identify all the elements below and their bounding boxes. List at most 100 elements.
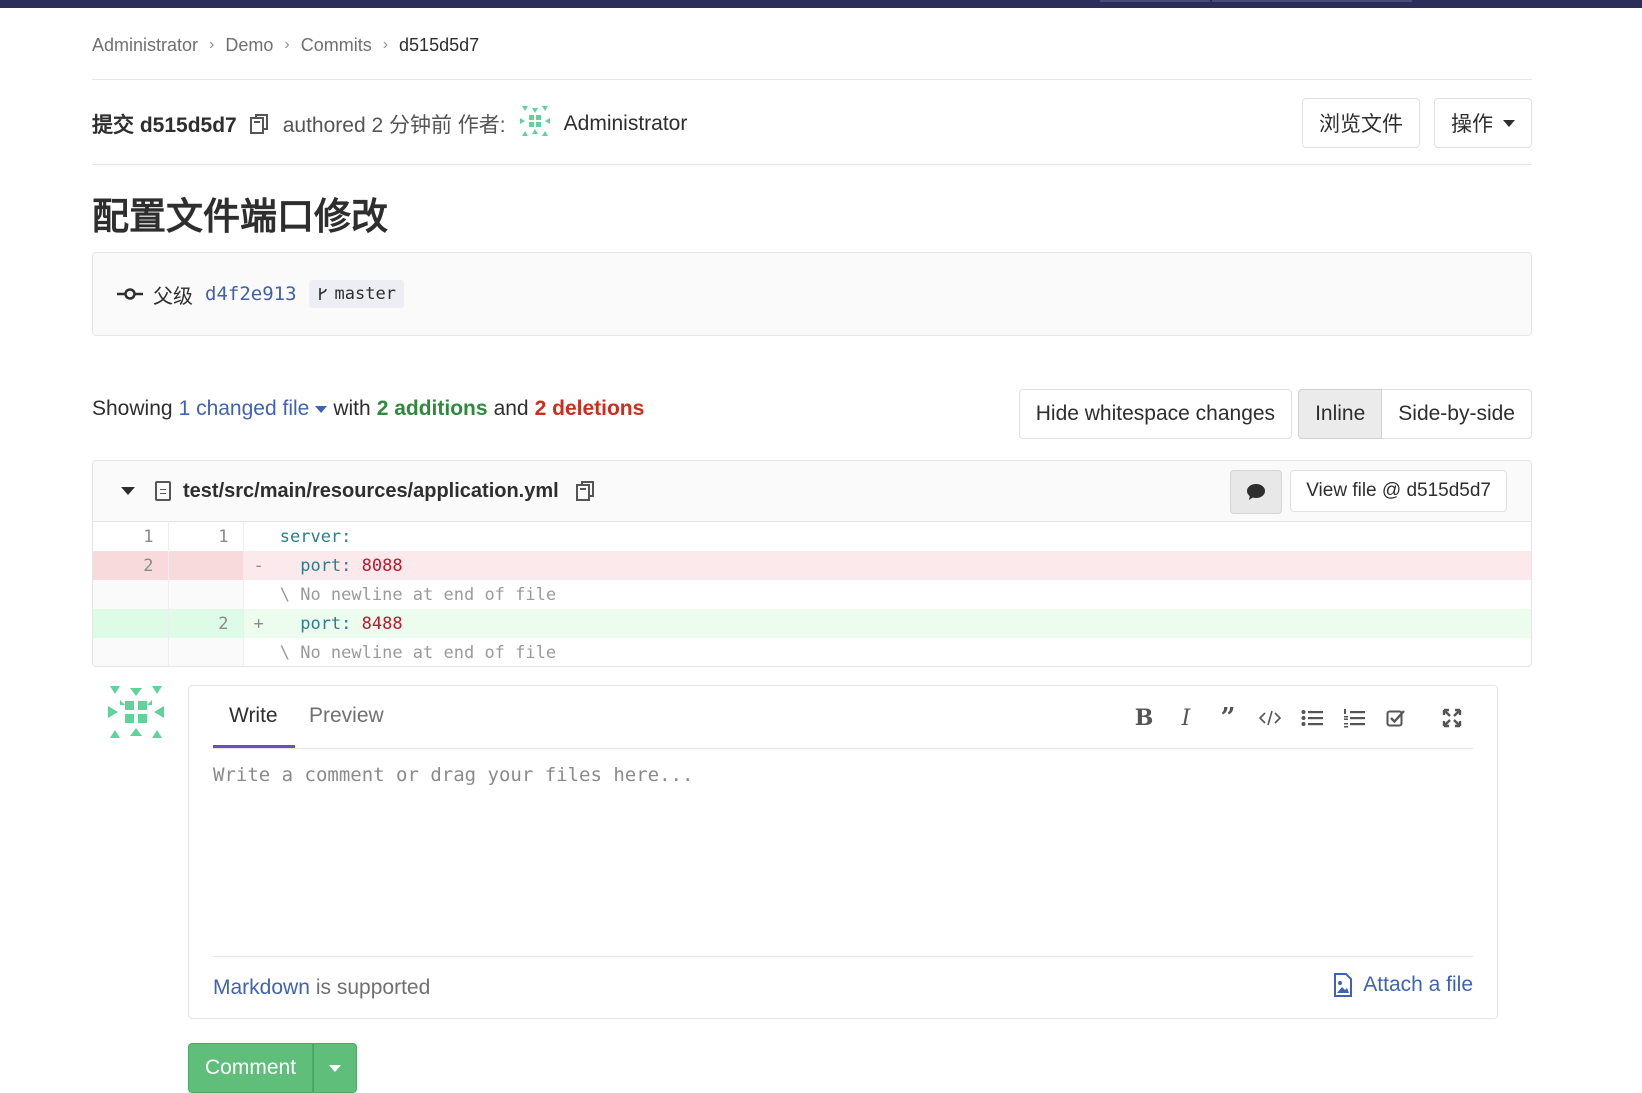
code-value: 8088: [351, 555, 403, 576]
file-icon: [155, 481, 171, 501]
branch-name: master: [334, 284, 396, 304]
collapse-toggle-icon[interactable]: [121, 487, 135, 495]
deletions-count: 2 deletions: [534, 397, 645, 420]
top-bar-segment: [1100, 0, 1210, 2]
inline-view-button[interactable]: Inline: [1298, 389, 1383, 439]
old-line-number[interactable]: 1: [93, 522, 169, 551]
breadcrumb-item-demo[interactable]: Demo: [225, 35, 273, 56]
attach-file-button[interactable]: Attach a file: [1333, 973, 1473, 997]
new-line-number[interactable]: [168, 551, 244, 580]
commit-icon: [117, 287, 143, 301]
code-key: server:: [279, 526, 352, 547]
breadcrumb-item-commits[interactable]: Commits: [301, 35, 372, 56]
diff-stats: Showing 1 changed file with 2 additions …: [92, 389, 1532, 439]
stats-with: with: [333, 397, 371, 420]
current-user-avatar[interactable]: [106, 682, 166, 742]
diff-file-header: test/src/main/resources/application.yml …: [93, 461, 1531, 522]
actions-dropdown-button[interactable]: 操作: [1434, 98, 1532, 148]
code-value: 8488: [351, 613, 403, 634]
numbered-list-icon[interactable]: [1333, 704, 1375, 732]
caret-down-icon[interactable]: [315, 405, 328, 413]
commit-title: 配置文件端口修改: [92, 196, 388, 237]
italic-icon[interactable]: I: [1165, 704, 1207, 732]
image-file-icon: [1334, 973, 1353, 997]
new-line-number[interactable]: 2: [168, 609, 244, 638]
diff-sign: [254, 585, 270, 605]
copy-path-icon[interactable]: [575, 480, 597, 502]
code-line: \ No newline at end of file: [243, 638, 1531, 666]
author-avatar[interactable]: [518, 104, 552, 144]
new-line-number[interactable]: [168, 580, 244, 609]
commit-actions: 浏览文件 操作: [1302, 98, 1532, 148]
divider: [92, 79, 1532, 80]
markdown-help-link[interactable]: Markdown: [213, 976, 310, 1000]
diff-line-meta: \ No newline at end of file: [93, 580, 1531, 609]
diff-view-controls: Hide whitespace changes Inline Side-by-s…: [1018, 389, 1532, 439]
diff-sign: [254, 527, 270, 547]
old-line-number[interactable]: [93, 580, 169, 609]
new-line-number[interactable]: 1: [168, 522, 244, 551]
diff-line-context: 11 server:: [93, 522, 1531, 551]
actions-label: 操作: [1451, 113, 1493, 136]
diff-sign: -: [253, 555, 264, 576]
diff-line-add: 2 + port: 8488: [93, 609, 1531, 638]
toggle-comments-button[interactable]: [1230, 470, 1283, 514]
file-path[interactable]: test/src/main/resources/application.yml: [183, 480, 559, 503]
additions-count: 2 additions: [376, 397, 488, 420]
tab-write[interactable]: Write: [229, 704, 278, 728]
commit-parent-info: 父级 d4f2e913 master: [92, 252, 1532, 336]
diff-file: test/src/main/resources/application.yml …: [92, 460, 1532, 667]
view-file-button[interactable]: View file @ d515d5d7: [1290, 470, 1507, 512]
comment-tabs: Write Preview B I ”: [213, 686, 1473, 749]
branch-badge[interactable]: master: [308, 280, 404, 308]
chevron-right-icon: ›: [284, 36, 290, 53]
browse-files-button[interactable]: 浏览文件: [1302, 98, 1420, 148]
code-line: \ No newline at end of file: [243, 580, 1531, 609]
diff-sign: [254, 643, 270, 663]
speech-bubble-icon: [1247, 484, 1266, 500]
attach-file-label: Attach a file: [1363, 973, 1473, 996]
diff-file-actions: View file @ d515d5d7: [1230, 470, 1507, 514]
top-bar-segment: [1212, 0, 1412, 2]
diff-line-del: 2 - port: 8088: [93, 551, 1531, 580]
task-list-icon[interactable]: [1375, 704, 1417, 732]
bullet-list-icon[interactable]: [1291, 704, 1333, 732]
old-line-number[interactable]: [93, 638, 169, 666]
top-navigation-bar: [0, 0, 1642, 8]
divider: [92, 164, 1532, 165]
tab-preview[interactable]: Preview: [309, 704, 384, 728]
code-line: server:: [243, 522, 1531, 551]
commit-header: 提交 d515d5d7 authored 2 分钟前 作者: Administr…: [92, 98, 1532, 150]
comment-form: Write Preview B I ” Markdown: [188, 685, 1498, 1019]
fullscreen-icon[interactable]: [1431, 704, 1473, 732]
stats-and: and: [493, 397, 529, 420]
parent-sha-link[interactable]: d4f2e913: [205, 283, 297, 305]
diff-lines: 11 server: 2- port: 8088 \ No newline at …: [93, 522, 1531, 666]
diff-view-toggle: Inline Side-by-side: [1298, 389, 1532, 439]
code-line: - port: 8088: [243, 551, 1531, 580]
changed-files-link[interactable]: 1 changed file: [179, 397, 310, 421]
new-line-number[interactable]: [168, 638, 244, 666]
copy-sha-icon[interactable]: [249, 112, 271, 136]
breadcrumb: Administrator › Demo › Commits › d515d5d…: [92, 30, 1532, 60]
caret-down-icon: [1503, 119, 1515, 127]
breadcrumb-item-administrator[interactable]: Administrator: [92, 35, 198, 56]
code-icon[interactable]: [1249, 704, 1291, 732]
hide-whitespace-button[interactable]: Hide whitespace changes: [1018, 389, 1293, 439]
author-name[interactable]: Administrator: [564, 112, 688, 136]
side-by-side-view-button[interactable]: Side-by-side: [1382, 389, 1532, 439]
old-line-number[interactable]: [93, 609, 169, 638]
code-line: + port: 8488: [243, 609, 1531, 638]
chevron-right-icon: ›: [382, 36, 389, 53]
comment-input[interactable]: [213, 764, 1473, 934]
old-line-number[interactable]: 2: [93, 551, 169, 580]
branch-icon: [318, 288, 327, 300]
comment-button[interactable]: Comment: [188, 1043, 314, 1093]
bold-icon[interactable]: B: [1123, 704, 1165, 732]
quote-icon[interactable]: ”: [1207, 703, 1249, 733]
breadcrumb-item-commit[interactable]: d515d5d7: [399, 35, 479, 56]
parent-label: 父级: [153, 285, 193, 308]
comment-options-dropdown[interactable]: [313, 1043, 358, 1093]
comment-submit-group: Comment: [188, 1043, 358, 1093]
active-tab-indicator: [213, 745, 295, 748]
